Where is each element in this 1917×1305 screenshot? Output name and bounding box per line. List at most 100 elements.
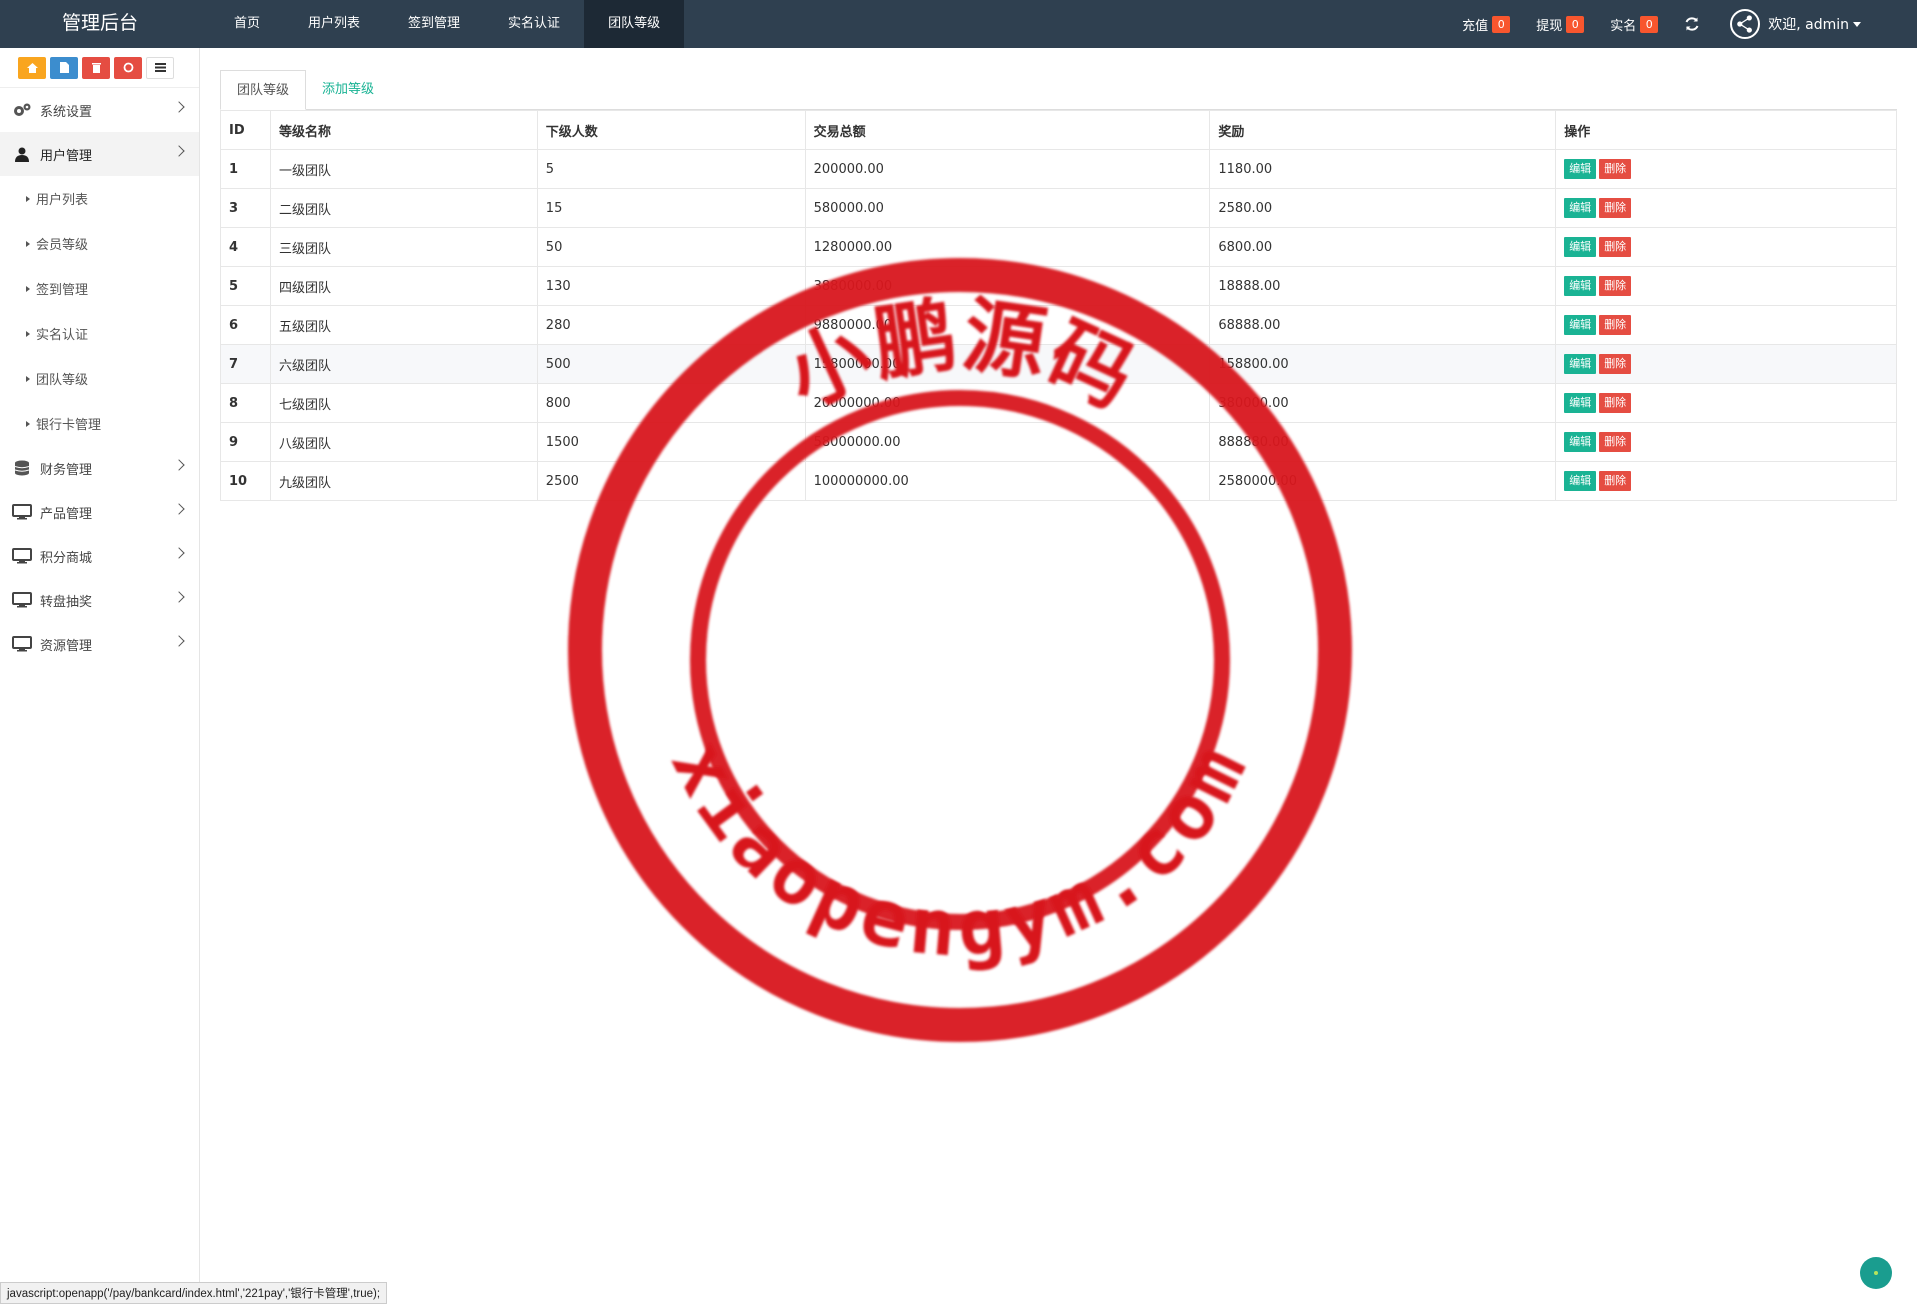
sub-label: 团队等级 — [36, 373, 89, 388]
table-row: 7 六级团队 500 15800000.00 158800.00 编辑 删除 — [220, 344, 1897, 384]
cell-id: 9 — [220, 422, 271, 462]
cell-reward: 380000.00 — [1209, 383, 1557, 423]
cell-name: 二级团队 — [269, 188, 538, 228]
menu-label: 用户管理 — [40, 148, 93, 164]
cell-actions: 编辑 删除 — [1555, 188, 1897, 228]
cell-id: 8 — [220, 383, 271, 423]
menu-points-mall[interactable]: 积分商城 — [0, 534, 199, 578]
user-menu[interactable]: 欢迎, admin — [1730, 9, 1861, 39]
col-header-name: 等级名称 — [269, 110, 538, 150]
cell-count: 50 — [536, 227, 806, 267]
table-row: 4 三级团队 50 1280000.00 6800.00 编辑 删除 — [220, 227, 1897, 267]
cell-name: 九级团队 — [269, 461, 538, 501]
sidebar-item-realname[interactable]: 实名认证 — [0, 311, 199, 356]
delete-button[interactable]: 删除 — [1599, 315, 1632, 335]
delete-button[interactable]: 删除 — [1599, 471, 1632, 491]
menu-label: 积分商城 — [40, 550, 93, 566]
edit-button[interactable]: 编辑 — [1564, 159, 1597, 179]
topnav-signin[interactable]: 签到管理 — [384, 0, 484, 48]
gears-icon — [14, 103, 31, 116]
cell-name: 五级团队 — [269, 305, 538, 345]
sidebar-item-team-level[interactable]: 团队等级 — [0, 356, 199, 401]
sub-label: 签到管理 — [36, 283, 89, 298]
chevron-right-icon — [173, 145, 185, 157]
edit-button[interactable]: 编辑 — [1564, 393, 1597, 413]
recycle-icon — [123, 62, 133, 73]
avatar — [1730, 9, 1761, 39]
sidebar-item-member-level[interactable]: 会员等级 — [0, 221, 199, 266]
sub-label: 用户列表 — [36, 193, 89, 208]
trash-shortcut-button[interactable] — [82, 56, 110, 79]
cell-name: 四级团队 — [269, 266, 538, 306]
menu-label: 产品管理 — [40, 506, 93, 522]
cell-actions: 编辑 删除 — [1555, 305, 1897, 345]
delete-button[interactable]: 删除 — [1599, 198, 1632, 218]
edit-button[interactable]: 编辑 — [1564, 354, 1597, 374]
desktop-icon — [12, 636, 32, 652]
recharge-label: 充值 — [1462, 18, 1489, 34]
edit-button[interactable]: 编辑 — [1564, 471, 1597, 491]
menu-lottery[interactable]: 转盘抽奖 — [0, 578, 199, 622]
menu-product[interactable]: 产品管理 — [0, 490, 199, 534]
realname-badge: 0 — [1640, 15, 1659, 33]
sidebar-item-bankcard[interactable]: 银行卡管理 — [0, 401, 199, 446]
menu-finance[interactable]: 财务管理 — [0, 446, 199, 490]
edit-button[interactable]: 编辑 — [1564, 237, 1597, 257]
menu-resource[interactable]: 资源管理 — [0, 622, 199, 666]
topnav-user-list[interactable]: 用户列表 — [284, 0, 384, 48]
edit-button[interactable]: 编辑 — [1564, 315, 1597, 335]
delete-button[interactable]: 删除 — [1599, 354, 1632, 374]
cell-actions: 编辑 删除 — [1555, 461, 1897, 501]
delete-button[interactable]: 删除 — [1599, 432, 1632, 452]
sidebar-item-user-list[interactable]: 用户列表 — [0, 176, 199, 221]
table-row: 6 五级团队 280 9880000.00 68888.00 编辑 删除 — [220, 305, 1897, 345]
edit-button[interactable]: 编辑 — [1564, 432, 1597, 452]
menu-system-settings[interactable]: 系统设置 — [0, 88, 199, 132]
chevron-right-icon — [173, 101, 185, 113]
desktop-icon — [12, 592, 32, 608]
caret-right-icon — [26, 285, 30, 292]
topnav-home[interactable]: 首页 — [210, 0, 284, 48]
cell-id: 1 — [220, 149, 271, 189]
table-row: 9 八级团队 1500 58000000.00 888880.00 编辑 删除 — [220, 422, 1897, 462]
menu-label: 系统设置 — [40, 104, 93, 120]
top-navbar: 管理后台 首页 用户列表 签到管理 实名认证 团队等级 充值 0 提现 0 实名… — [0, 0, 1917, 48]
tab-add-level[interactable]: 添加等级 — [306, 70, 390, 110]
caret-right-icon — [26, 195, 30, 202]
refresh-icon[interactable] — [1684, 16, 1700, 32]
recycle-shortcut-button[interactable] — [114, 56, 142, 79]
delete-button[interactable]: 删除 — [1599, 276, 1632, 296]
cell-total: 20000000.00 — [804, 383, 1211, 423]
col-header-total: 交易总额 — [804, 110, 1211, 150]
col-header-id: ID — [220, 110, 271, 150]
delete-button[interactable]: 删除 — [1599, 393, 1632, 413]
tab-team-level[interactable]: 团队等级 — [220, 70, 307, 110]
home-shortcut-button[interactable] — [18, 56, 46, 79]
delete-button[interactable]: 删除 — [1599, 159, 1632, 179]
sidebar-item-signin[interactable]: 签到管理 — [0, 266, 199, 311]
top-right-tools: 充值 0 提现 0 实名 0 欢迎, admin — [1462, 0, 1917, 48]
edit-button[interactable]: 编辑 — [1564, 198, 1597, 218]
cell-reward: 2580.00 — [1209, 188, 1557, 228]
cell-name: 七级团队 — [269, 383, 538, 423]
recharge-link[interactable]: 充值 0 — [1462, 15, 1511, 34]
withdraw-link[interactable]: 提现 0 — [1536, 15, 1585, 34]
file-shortcut-button[interactable] — [50, 56, 78, 79]
delete-button[interactable]: 删除 — [1599, 237, 1632, 257]
floating-action-button[interactable] — [1860, 1257, 1892, 1289]
list-shortcut-button[interactable] — [146, 56, 174, 79]
cell-reward: 6800.00 — [1209, 227, 1557, 267]
cell-total: 100000000.00 — [804, 461, 1211, 501]
chevron-right-icon — [173, 591, 185, 603]
topnav-realname[interactable]: 实名认证 — [484, 0, 584, 48]
topnav-team-level[interactable]: 团队等级 — [584, 0, 685, 48]
cell-reward: 888880.00 — [1209, 422, 1557, 462]
cell-id: 10 — [220, 461, 271, 501]
realname-link[interactable]: 实名 0 — [1610, 15, 1659, 34]
menu-user-management[interactable]: 用户管理 — [0, 132, 199, 176]
dot-icon — [1874, 1271, 1878, 1275]
sub-label: 银行卡管理 — [36, 418, 102, 433]
cell-actions: 编辑 删除 — [1555, 383, 1897, 423]
top-nav: 首页 用户列表 签到管理 实名认证 团队等级 — [210, 0, 685, 48]
edit-button[interactable]: 编辑 — [1564, 276, 1597, 296]
